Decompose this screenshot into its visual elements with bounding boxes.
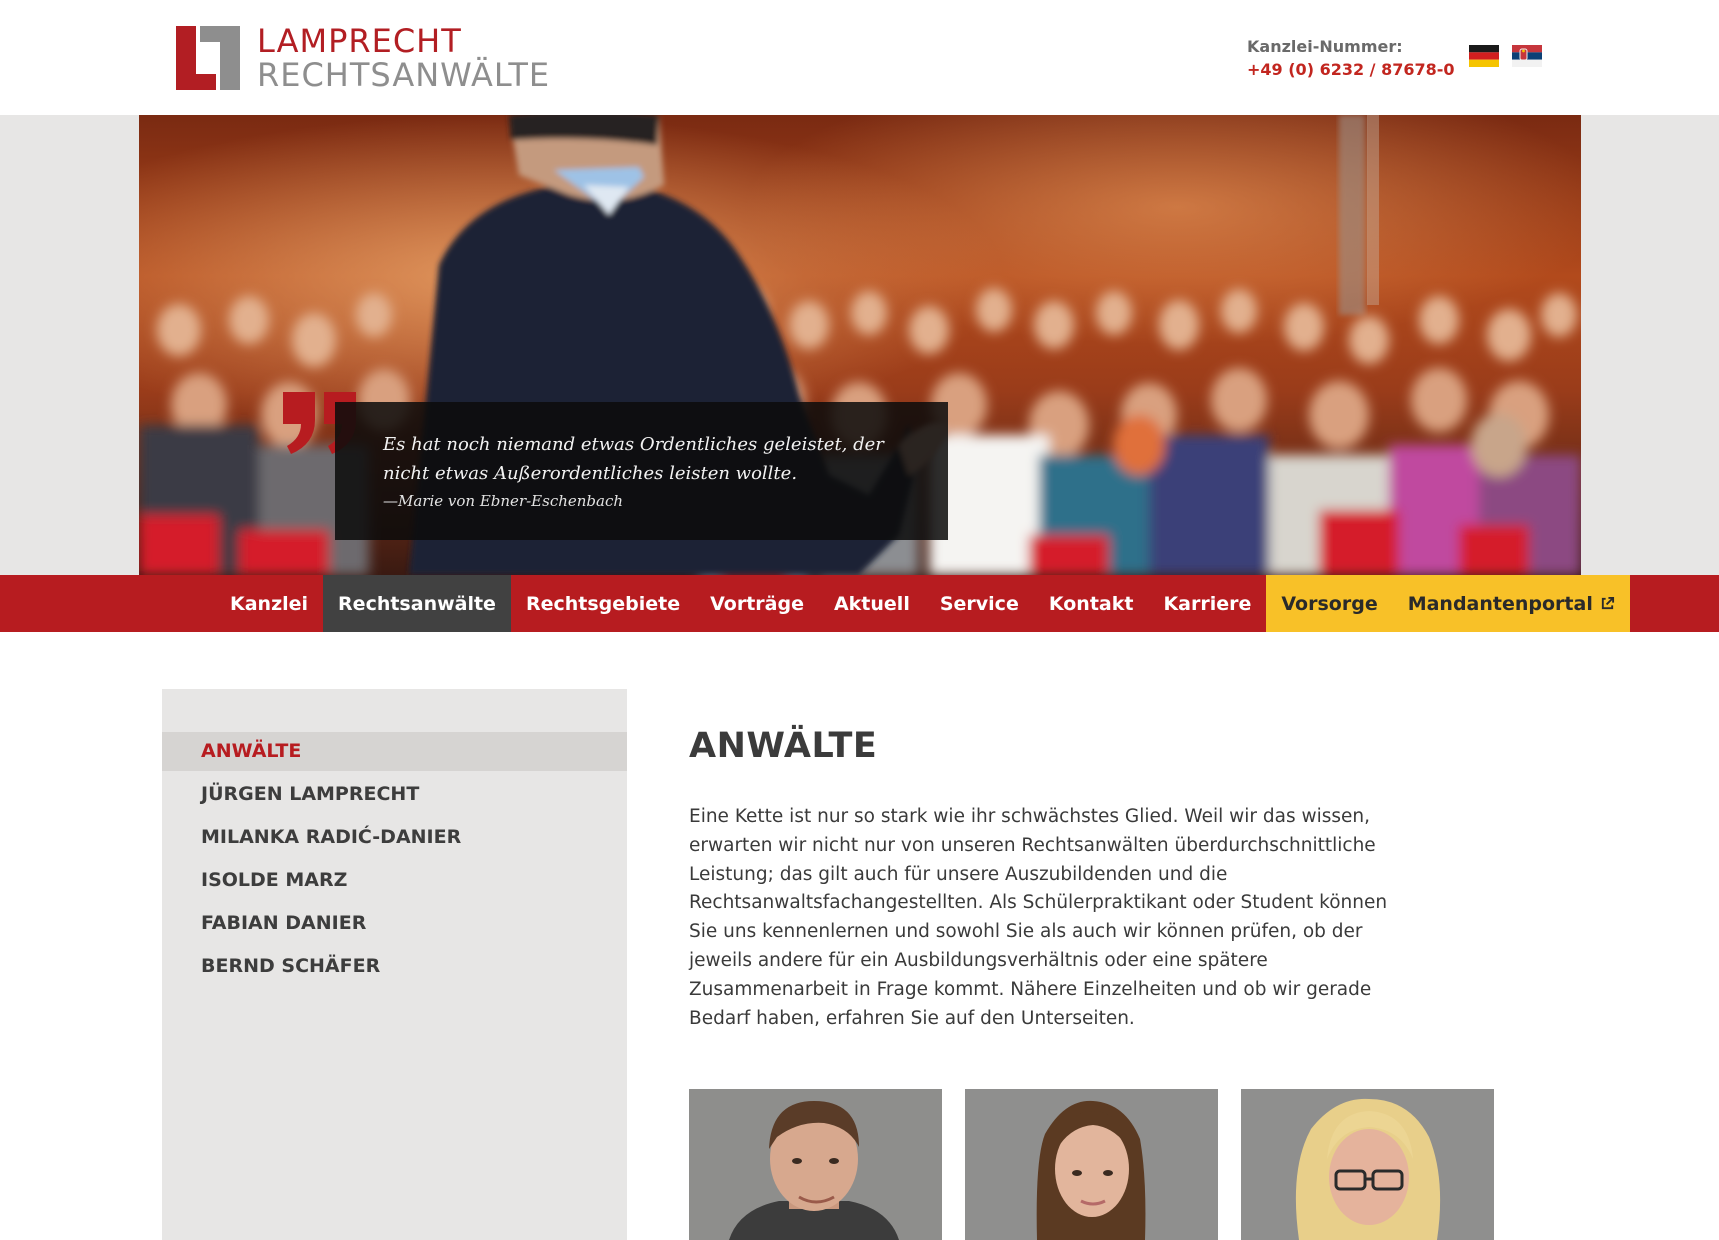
nav-item-vorsorge[interactable]: Vorsorge: [1266, 575, 1393, 632]
sidebar-menu: ANWÄLTE JÜRGEN LAMPRECHT MILANKA RADIĆ-D…: [162, 732, 627, 990]
main-navigation: Kanzlei Rechtsanwälte Rechtsgebiete Vort…: [0, 575, 1719, 632]
logo-mark-icon: [176, 26, 240, 90]
sidebar-item-anwaelte[interactable]: ANWÄLTE: [162, 732, 627, 771]
nav-item-kontakt[interactable]: Kontakt: [1034, 575, 1149, 632]
serbian-flag-icon[interactable]: [1512, 45, 1542, 67]
quote-author: —Marie von Ebner-Eschenbach: [383, 492, 624, 510]
german-flag-icon[interactable]: [1469, 45, 1499, 67]
nav-item-mandantenportal[interactable]: Mandantenportal: [1392, 575, 1630, 632]
nav-item-vortraege[interactable]: Vorträge: [695, 575, 819, 632]
phone-label: Kanzlei-Nummer:: [1247, 37, 1403, 56]
sidebar-item-milanka-radic-danier[interactable]: MILANKA RADIĆ-DANIER: [162, 818, 627, 857]
nav-item-aktuell[interactable]: Aktuell: [819, 575, 925, 632]
nav-item-kanzlei[interactable]: Kanzlei: [215, 575, 323, 632]
intro-paragraph: Eine Kette ist nur so stark wie ihr schw…: [689, 806, 1388, 1029]
sidebar: ANWÄLTE JÜRGEN LAMPRECHT MILANKA RADIĆ-D…: [162, 689, 627, 1240]
sidebar-item-bernd-schaefer[interactable]: BERND SCHÄFER: [162, 947, 627, 986]
nav-item-rechtsgebiete[interactable]: Rechtsgebiete: [511, 575, 695, 632]
quote-box: Es hat noch niemand etwas Ordentliches g…: [335, 402, 948, 540]
nav-item-rechtsanwaelte[interactable]: Rechtsanwälte: [323, 575, 511, 632]
sidebar-item-juergen-lamprecht[interactable]: JÜRGEN LAMPRECHT: [162, 775, 627, 814]
nav-item-service[interactable]: Service: [925, 575, 1034, 632]
phone-number-link[interactable]: +49 (0) 6232 / 87678-0: [1247, 58, 1455, 82]
portrait-woman-brown-hair-image: [965, 1089, 1218, 1240]
language-switcher: [1469, 45, 1542, 67]
external-link-icon: [1601, 596, 1614, 610]
nav-items: Kanzlei Rechtsanwälte Rechtsgebiete Vort…: [215, 575, 1630, 632]
nav-item-karriere[interactable]: Karriere: [1148, 575, 1266, 632]
logo-text-secondary: RECHTSANWÄLTE: [257, 56, 551, 94]
portrait-woman-blonde-glasses-image: [1241, 1089, 1494, 1240]
nav-item-mandantenportal-label: Mandantenportal: [1407, 592, 1593, 615]
sidebar-item-fabian-danier[interactable]: FABIAN DANIER: [162, 904, 627, 943]
quote-text: Es hat noch niemand etwas Ordentliches g…: [383, 434, 884, 484]
site-logo[interactable]: LAMPRECHT RECHTSANWÄLTE: [176, 24, 576, 92]
lawyer-portraits: [689, 1089, 1494, 1240]
sidebar-item-isolde-marz[interactable]: ISOLDE MARZ: [162, 861, 627, 900]
page-title: ANWÄLTE: [689, 726, 878, 766]
portrait-card-woman-blonde-glasses[interactable]: [1241, 1089, 1494, 1240]
contact-phone: Kanzlei-Nummer: +49 (0) 6232 / 87678-0: [1247, 36, 1455, 82]
hero-image: Es hat noch niemand etwas Ordentliches g…: [139, 115, 1581, 575]
site-header: LAMPRECHT RECHTSANWÄLTE Kanzlei-Nummer: …: [0, 0, 1719, 115]
portrait-man-image: [689, 1089, 942, 1240]
portrait-card-woman-brown-hair[interactable]: [965, 1089, 1218, 1240]
portrait-card-man[interactable]: [689, 1089, 942, 1240]
logo-text-primary: LAMPRECHT: [257, 22, 462, 60]
